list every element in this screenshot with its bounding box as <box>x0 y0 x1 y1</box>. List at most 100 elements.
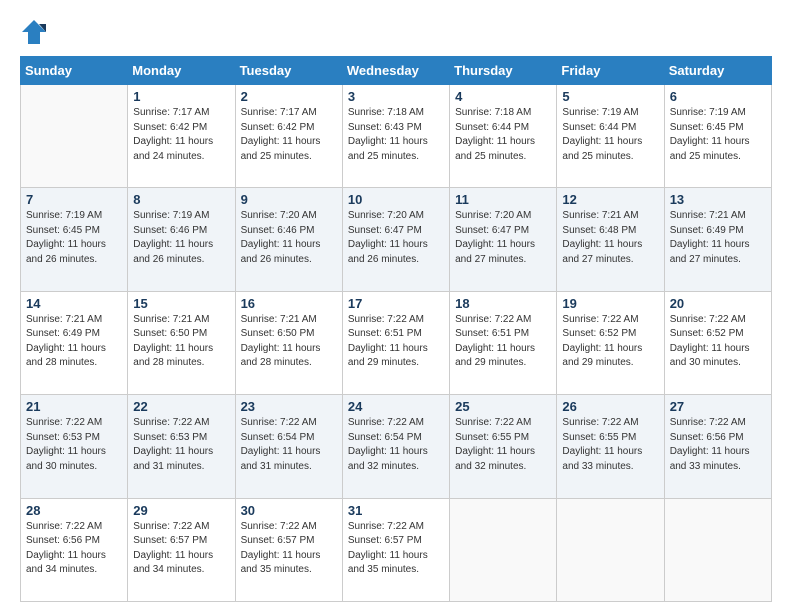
calendar-cell: 12 Sunrise: 7:21 AMSunset: 6:48 PMDayligh… <box>557 188 664 291</box>
page: SundayMondayTuesdayWednesdayThursdayFrid… <box>0 0 792 612</box>
calendar-cell: 5 Sunrise: 7:19 AMSunset: 6:44 PMDaylight… <box>557 85 664 188</box>
day-number: 27 <box>670 399 766 414</box>
header <box>20 18 772 46</box>
day-number: 4 <box>455 89 551 104</box>
calendar-cell: 24 Sunrise: 7:22 AMSunset: 6:54 PMDayligh… <box>342 395 449 498</box>
day-header-tuesday: Tuesday <box>235 57 342 85</box>
calendar-cell: 20Sunrise: 7:22 AMSunset: 6:52 PMDayligh… <box>664 291 771 394</box>
calendar-cell: 6 Sunrise: 7:19 AMSunset: 6:45 PMDaylight… <box>664 85 771 188</box>
calendar-cell: 25 Sunrise: 7:22 AMSunset: 6:55 PMDayligh… <box>450 395 557 498</box>
day-info: Sunrise: 7:18 AMSunset: 6:43 PMDaylight:… <box>348 106 444 164</box>
day-info: Sunrise: 7:22 AMSunset: 6:56 PMDaylight:… <box>26 520 122 578</box>
calendar-cell: 19 Sunrise: 7:22 AMSunset: 6:52 PMDayligh… <box>557 291 664 394</box>
day-info: Sunrise: 7:20 AMSunset: 6:47 PMDaylight:… <box>455 209 551 267</box>
day-number: 13 <box>670 192 766 207</box>
day-header-wednesday: Wednesday <box>342 57 449 85</box>
calendar-cell: 11 Sunrise: 7:20 AMSunset: 6:47 PMDayligh… <box>450 188 557 291</box>
logo <box>20 18 52 46</box>
calendar-cell: 31 Sunrise: 7:22 AMSunset: 6:57 PMDayligh… <box>342 498 449 601</box>
logo-icon <box>20 18 48 46</box>
calendar-cell: 14 Sunrise: 7:21 AMSunset: 6:49 PMDayligh… <box>21 291 128 394</box>
day-number: 5 <box>562 89 658 104</box>
day-number: 28 <box>26 503 122 518</box>
calendar-cell: 9 Sunrise: 7:20 AMSunset: 6:46 PMDaylight… <box>235 188 342 291</box>
day-header-saturday: Saturday <box>664 57 771 85</box>
day-number: 19 <box>562 296 658 311</box>
calendar-cell: 15 Sunrise: 7:21 AMSunset: 6:50 PMDayligh… <box>128 291 235 394</box>
day-info: Sunrise: 7:21 AMSunset: 6:50 PMDaylight:… <box>241 313 337 371</box>
day-number: 26 <box>562 399 658 414</box>
day-number: 22 <box>133 399 229 414</box>
day-info: Sunrise: 7:22 AMSunset: 6:52 PMDaylight:… <box>562 313 658 371</box>
day-header-monday: Monday <box>128 57 235 85</box>
day-number: 29 <box>133 503 229 518</box>
calendar-cell: 27 Sunrise: 7:22 AMSunset: 6:56 PMDayligh… <box>664 395 771 498</box>
day-number: 31 <box>348 503 444 518</box>
calendar-cell: 23 Sunrise: 7:22 AMSunset: 6:54 PMDayligh… <box>235 395 342 498</box>
day-header-friday: Friday <box>557 57 664 85</box>
day-number: 6 <box>670 89 766 104</box>
day-info: Sunrise: 7:22 AMSunset: 6:54 PMDaylight:… <box>241 416 337 474</box>
day-number: 14 <box>26 296 122 311</box>
day-info: Sunrise: 7:22 AMSunset: 6:57 PMDaylight:… <box>348 520 444 578</box>
calendar-cell: 7 Sunrise: 7:19 AMSunset: 6:45 PMDaylight… <box>21 188 128 291</box>
calendar-cell: 26 Sunrise: 7:22 AMSunset: 6:55 PMDayligh… <box>557 395 664 498</box>
day-number: 18 <box>455 296 551 311</box>
calendar-cell: 1Sunrise: 7:17 AMSunset: 6:42 PMDaylight… <box>128 85 235 188</box>
calendar-cell: 22Sunrise: 7:22 AMSunset: 6:53 PMDayligh… <box>128 395 235 498</box>
day-number: 7 <box>26 192 122 207</box>
day-info: Sunrise: 7:19 AMSunset: 6:45 PMDaylight:… <box>670 106 766 164</box>
calendar-cell: 17 Sunrise: 7:22 AMSunset: 6:51 PMDayligh… <box>342 291 449 394</box>
day-info: Sunrise: 7:21 AMSunset: 6:49 PMDaylight:… <box>26 313 122 371</box>
day-number: 21 <box>26 399 122 414</box>
day-info: Sunrise: 7:19 AMSunset: 6:44 PMDaylight:… <box>562 106 658 164</box>
day-number: 23 <box>241 399 337 414</box>
day-number: 25 <box>455 399 551 414</box>
day-number: 15 <box>133 296 229 311</box>
day-number: 12 <box>562 192 658 207</box>
day-info: Sunrise: 7:22 AMSunset: 6:55 PMDaylight:… <box>455 416 551 474</box>
day-info: Sunrise: 7:21 AMSunset: 6:48 PMDaylight:… <box>562 209 658 267</box>
calendar-cell <box>557 498 664 601</box>
day-info: Sunrise: 7:19 AMSunset: 6:45 PMDaylight:… <box>26 209 122 267</box>
calendar-cell <box>21 85 128 188</box>
calendar-cell: 8 Sunrise: 7:19 AMSunset: 6:46 PMDaylight… <box>128 188 235 291</box>
day-header-thursday: Thursday <box>450 57 557 85</box>
calendar-cell: 30Sunrise: 7:22 AMSunset: 6:57 PMDayligh… <box>235 498 342 601</box>
day-header-sunday: Sunday <box>21 57 128 85</box>
day-info: Sunrise: 7:22 AMSunset: 6:51 PMDaylight:… <box>455 313 551 371</box>
calendar-cell: 2Sunrise: 7:17 AMSunset: 6:42 PMDaylight… <box>235 85 342 188</box>
day-number: 16 <box>241 296 337 311</box>
day-info: Sunrise: 7:22 AMSunset: 6:51 PMDaylight:… <box>348 313 444 371</box>
day-info: Sunrise: 7:21 AMSunset: 6:50 PMDaylight:… <box>133 313 229 371</box>
day-info: Sunrise: 7:20 AMSunset: 6:47 PMDaylight:… <box>348 209 444 267</box>
calendar-table: SundayMondayTuesdayWednesdayThursdayFrid… <box>20 56 772 602</box>
day-number: 8 <box>133 192 229 207</box>
day-number: 2 <box>241 89 337 104</box>
day-number: 9 <box>241 192 337 207</box>
calendar-cell: 4Sunrise: 7:18 AMSunset: 6:44 PMDaylight… <box>450 85 557 188</box>
day-number: 1 <box>133 89 229 104</box>
day-info: Sunrise: 7:20 AMSunset: 6:46 PMDaylight:… <box>241 209 337 267</box>
calendar-cell <box>450 498 557 601</box>
calendar-cell: 29Sunrise: 7:22 AMSunset: 6:57 PMDayligh… <box>128 498 235 601</box>
day-number: 20 <box>670 296 766 311</box>
calendar-cell: 13 Sunrise: 7:21 AMSunset: 6:49 PMDayligh… <box>664 188 771 291</box>
day-info: Sunrise: 7:22 AMSunset: 6:57 PMDaylight:… <box>241 520 337 578</box>
day-number: 24 <box>348 399 444 414</box>
day-info: Sunrise: 7:22 AMSunset: 6:55 PMDaylight:… <box>562 416 658 474</box>
calendar-cell: 28 Sunrise: 7:22 AMSunset: 6:56 PMDayligh… <box>21 498 128 601</box>
day-info: Sunrise: 7:22 AMSunset: 6:56 PMDaylight:… <box>670 416 766 474</box>
calendar-cell: 16 Sunrise: 7:21 AMSunset: 6:50 PMDayligh… <box>235 291 342 394</box>
day-number: 10 <box>348 192 444 207</box>
calendar-cell: 3Sunrise: 7:18 AMSunset: 6:43 PMDaylight… <box>342 85 449 188</box>
day-info: Sunrise: 7:21 AMSunset: 6:49 PMDaylight:… <box>670 209 766 267</box>
calendar-cell <box>664 498 771 601</box>
day-info: Sunrise: 7:19 AMSunset: 6:46 PMDaylight:… <box>133 209 229 267</box>
calendar-cell: 10 Sunrise: 7:20 AMSunset: 6:47 PMDayligh… <box>342 188 449 291</box>
day-number: 11 <box>455 192 551 207</box>
calendar-cell: 21Sunrise: 7:22 AMSunset: 6:53 PMDayligh… <box>21 395 128 498</box>
day-info: Sunrise: 7:22 AMSunset: 6:54 PMDaylight:… <box>348 416 444 474</box>
day-number: 17 <box>348 296 444 311</box>
calendar-cell: 18 Sunrise: 7:22 AMSunset: 6:51 PMDayligh… <box>450 291 557 394</box>
